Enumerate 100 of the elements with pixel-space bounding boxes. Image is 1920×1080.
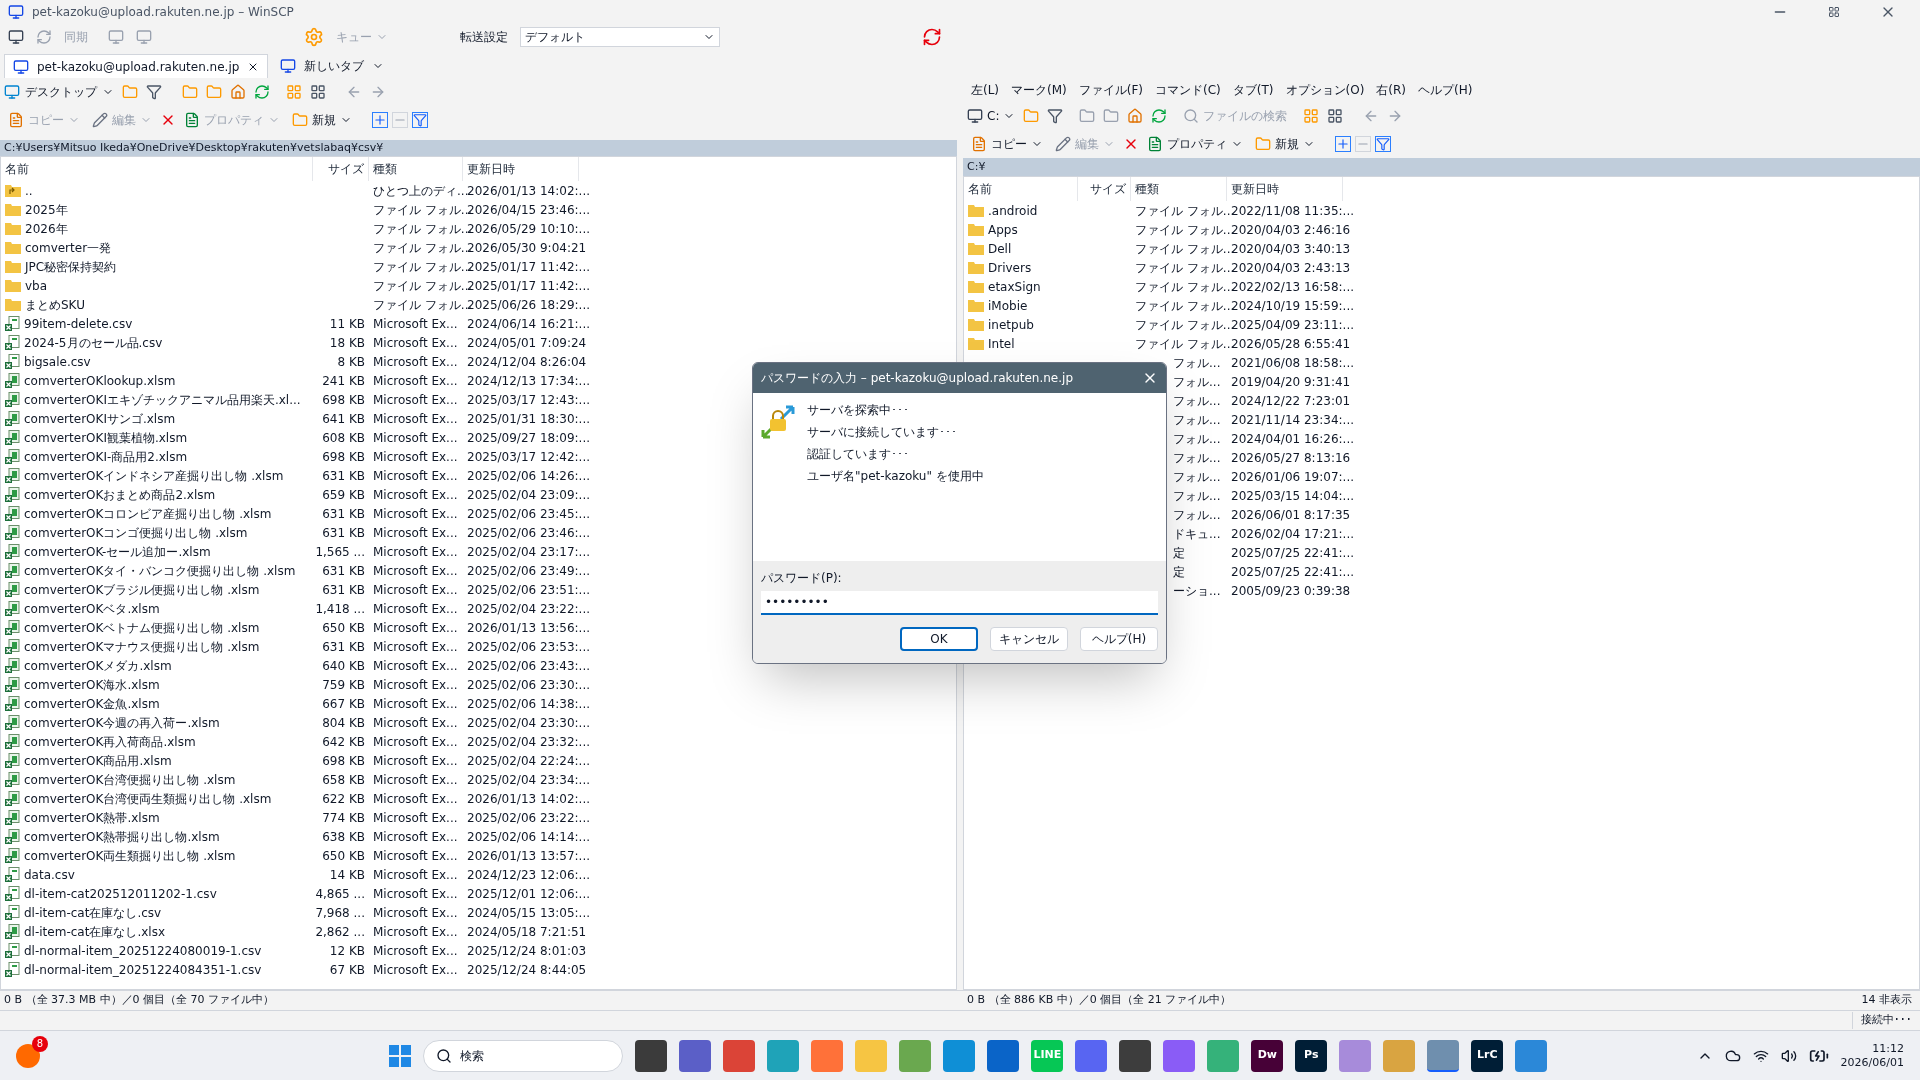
file-name: comverterOKおまとめ商品2.xlsm (24, 486, 216, 504)
file-date: 2025/07/25 22:41:... (1231, 545, 1355, 560)
dialog-button[interactable]: ヘルプ(H) (1080, 627, 1158, 651)
file-row[interactable]: comverterOK商品用.xlsm 698 KB Microsoft Ex... 2025/02/04 22:24:... (1, 751, 956, 770)
file-row[interactable]: comverterOK熱帯掘り出し物.xlsm 638 KB Microsoft Ex... 2025/02/06 14:14:... (1, 827, 956, 846)
menu-item[interactable]: タブ(T) (1232, 81, 1274, 99)
file-row[interactable]: 99item-delete.csv 11 KB Microsoft Ex... 2024/06/14 16:21:... (1, 314, 956, 333)
file-name: まとめSKU (25, 296, 85, 314)
file-type: フォル... (1173, 431, 1221, 446)
file-row[interactable]: comverterOK海水.xlsm 759 KB Microsoft Ex... 2025/02/06 23:30:... (1, 675, 956, 694)
clock-date[interactable]: 2026/06/01 (1840, 1055, 1904, 1070)
file-size: 631 KB (322, 562, 365, 580)
menu-item[interactable]: コマンド(C) (1155, 81, 1221, 99)
file-row[interactable]: 2025年 ファイル フォル...2026/04/15 23:46:... (1, 200, 956, 219)
file-row[interactable]: comverterOK金魚.xlsm 667 KB Microsoft Ex... 2025/02/06 14:38:... (1, 694, 956, 713)
file-row[interactable]: comverterOKコロンビア産掘り出し物 .xlsm 631 KB Microsoft Ex... 2025/02/06 23:45:... (1, 504, 956, 523)
file-row[interactable]: 2026年 ファイル フォル...2026/05/29 10:10:... (1, 219, 956, 238)
file-type: フォル... (1173, 412, 1221, 427)
file-row[interactable]: dl-item-cat202512011202-1.csv 4,865 ... Microsoft Ex... 2025/12/01 12:06:... (1, 884, 956, 903)
file-row[interactable]: comverterOKおまとめ商品2.xlsm 659 KB Microsoft Ex... 2025/02/04 23:09:... (1, 485, 956, 504)
app-icon[interactable]: Dw (1251, 1039, 1284, 1072)
file-row[interactable]: comverterOK台湾便掘り出し物 .xlsm 658 KB Microsoft Ex... 2025/02/04 23:34:... (1, 770, 956, 789)
password-field[interactable]: ••••••••• (761, 591, 1158, 615)
status-text: 0 B （全 886 KB 中）／0 個目（全 21 ファイル中） (966, 992, 1233, 1009)
file-row[interactable]: まとめSKU ファイル フォル...2025/06/26 18:29:... (1, 295, 956, 314)
file-row[interactable]: comverterOKコンゴ便掘り出し物 .xlsm 631 KB Microsoft Ex... 2025/02/06 23:46:... (1, 523, 956, 542)
menu-item[interactable]: ファイル(F) (1078, 81, 1144, 99)
file-row[interactable]: JPC秘密保持契約 ファイル フォル...2025/01/17 11:42:... (1, 257, 956, 276)
file-row[interactable]: dl-normal-item_20251224084351-1.csv 67 KB Microsoft Ex... 2025/12/24 8:44:05 (1, 960, 956, 979)
file-row[interactable]: .. ひとつ上のディ...2026/01/13 14:02:... (1, 181, 956, 200)
file-date: 2026/01/13 14:02:... (467, 791, 591, 806)
column-header[interactable]: 更新日時 (463, 157, 579, 181)
file-name: data.csv (24, 866, 75, 884)
path-bar: C:¥ (963, 158, 1920, 176)
column-header[interactable]: サイズ (1078, 177, 1131, 201)
file-name: comverterOKコロンビア産掘り出し物 .xlsm (24, 505, 272, 523)
toolbar-button[interactable]: 新規 (288, 108, 356, 132)
file-row[interactable]: vba ファイル フォル...2025/01/17 11:42:... (1, 276, 956, 295)
file-type: Microsoft Ex... (373, 639, 458, 654)
column-header[interactable]: 種類 (1131, 177, 1227, 201)
file-row[interactable]: comverterOK-セール追加ー.xlsm 1,565 ... Microsoft Ex... 2025/02/04 23:17:... (1, 542, 956, 561)
menu-item[interactable]: マーク(M) (1011, 81, 1067, 99)
file-date: 2025/02/06 23:51:... (467, 582, 591, 597)
column-header[interactable]: 更新日時 (1227, 177, 1343, 201)
toolbar-button[interactable]: 新規 (1251, 132, 1319, 156)
file-date: 2021/06/08 18:58:... (1231, 355, 1355, 370)
session-tab[interactable]: pet-kazoku@upload.rakuten.ne.jp (4, 54, 269, 78)
file-name: comverterOKブラジル便掘り出し物 .xlsm (24, 581, 260, 599)
app-icon[interactable]: LrC (1471, 1039, 1504, 1072)
toolbar-button[interactable]: プロパティ (1143, 132, 1247, 156)
column-header[interactable]: 名前 (964, 177, 1078, 201)
drive-dropdown[interactable]: C: (967, 107, 1016, 125)
toolbar-button[interactable]: コピー (967, 132, 1047, 156)
menu-item[interactable]: ヘルプ(H) (1418, 81, 1473, 99)
file-row[interactable]: dl-item-cat在庫なし.xlsx 2,862 ... Microsoft Ex... 2024/05/18 7:21:51 (1, 922, 956, 941)
file-date: 2025/01/31 18:30:... (467, 411, 591, 426)
menu-item[interactable]: オプション(O) (1285, 81, 1365, 99)
file-date: 2024/12/22 7:23:01 (1231, 393, 1351, 408)
path-bar: C:¥Users¥Mitsuo Ikeda¥OneDrive¥Desktop¥rakuten¥vetslabaq¥csv¥ (0, 140, 957, 156)
dialog-button[interactable]: OK (900, 627, 978, 651)
notification-badge: 8 (32, 1035, 48, 1052)
file-name: comverterOK両生類掘り出し物 .xlsm (24, 847, 236, 865)
file-row[interactable]: comverterOK両生類掘り出し物 .xlsm 650 KB Microsoft Ex... 2026/01/13 13:57:... (1, 846, 956, 865)
status-text: 0 B （全 37.3 MB 中）／0 個目（全 70 ファイル中） (3, 992, 276, 1009)
session-tab[interactable]: 新しいタブ (272, 54, 393, 78)
column-header[interactable]: 種類 (369, 157, 463, 181)
file-name: dl-item-cat202512011202-1.csv (24, 885, 217, 903)
file-type: Microsoft Ex... (373, 810, 458, 825)
location-dropdown[interactable]: デスクトップ (4, 83, 114, 101)
column-header[interactable]: 名前 (1, 157, 313, 181)
menu-item[interactable]: 左(L) (971, 81, 1000, 99)
file-row[interactable]: comverterOK台湾便両生類掘り出し物 .xlsm 622 KB Microsoft Ex... 2026/01/13 14:02:... (1, 789, 956, 808)
transfer-settings-dropdown[interactable]: デフォルト (520, 27, 720, 47)
app-icon[interactable]: Ps (1295, 1039, 1328, 1072)
file-name: comverterOKベトナム便掘り出し物 .xlsm (24, 619, 260, 637)
file-row[interactable]: dl-normal-item_20251224080019-1.csv 12 KB Microsoft Ex... 2025/12/24 8:01:03 (1, 941, 956, 960)
file-row[interactable]: comverterOK今週の再入荷ー.xlsm 804 KB Microsoft Ex... 2025/02/04 23:30:... (1, 713, 956, 732)
file-row[interactable]: dl-item-cat在庫なし.csv 7,968 ... Microsoft Ex... 2024/05/15 13:05:... (1, 903, 956, 922)
file-size: 4,865 ... (315, 885, 365, 903)
file-name: 2024-5月のセール品.csv (24, 334, 163, 352)
file-row[interactable]: data.csv 14 KB Microsoft Ex... 2024/12/23 12:06:... (1, 865, 956, 884)
file-name: dl-normal-item_20251224084351-1.csv (24, 961, 262, 979)
file-row[interactable]: comverterOKメダカ.xlsm 640 KB Microsoft Ex... 2025/02/06 23:43:... (1, 656, 956, 675)
file-row[interactable]: comverterOK熱帯.xlsm 774 KB Microsoft Ex... 2025/02/06 23:22:... (1, 808, 956, 827)
file-row[interactable]: bigsale.csv 8 KB Microsoft Ex... 2024/12/04 8:26:04 (1, 352, 956, 371)
file-size: 641 KB (322, 410, 365, 428)
file-name: comverterOK再入荷商品.xlsm (24, 733, 196, 751)
file-date: 2025/02/06 14:14:... (467, 829, 591, 844)
column-header[interactable]: サイズ (313, 157, 369, 181)
file-date: 2026/05/29 10:10:... (467, 221, 591, 236)
file-row[interactable]: comverter一発 ファイル フォル...2026/05/30 9:04:21 (1, 238, 956, 257)
menu-item[interactable]: 右(R) (1376, 81, 1406, 99)
file-type: フォル... (1173, 450, 1221, 465)
file-row[interactable]: comverterOK再入荷商品.xlsm 642 KB Microsoft Ex... 2025/02/04 23:32:... (1, 732, 956, 751)
file-row[interactable]: 2024-5月のセール品.csv 18 KB Microsoft Ex... 2024/05/01 7:09:24 (1, 333, 956, 352)
file-name: comverterOK熱帯.xlsm (24, 809, 160, 827)
file-name: comverterOKIサンゴ.xlsm (24, 410, 176, 428)
clock-time[interactable]: 11:12 (1872, 1041, 1904, 1056)
search-field[interactable]: 検索 (423, 1039, 624, 1072)
dialog-button[interactable]: キャンセル (990, 627, 1068, 651)
